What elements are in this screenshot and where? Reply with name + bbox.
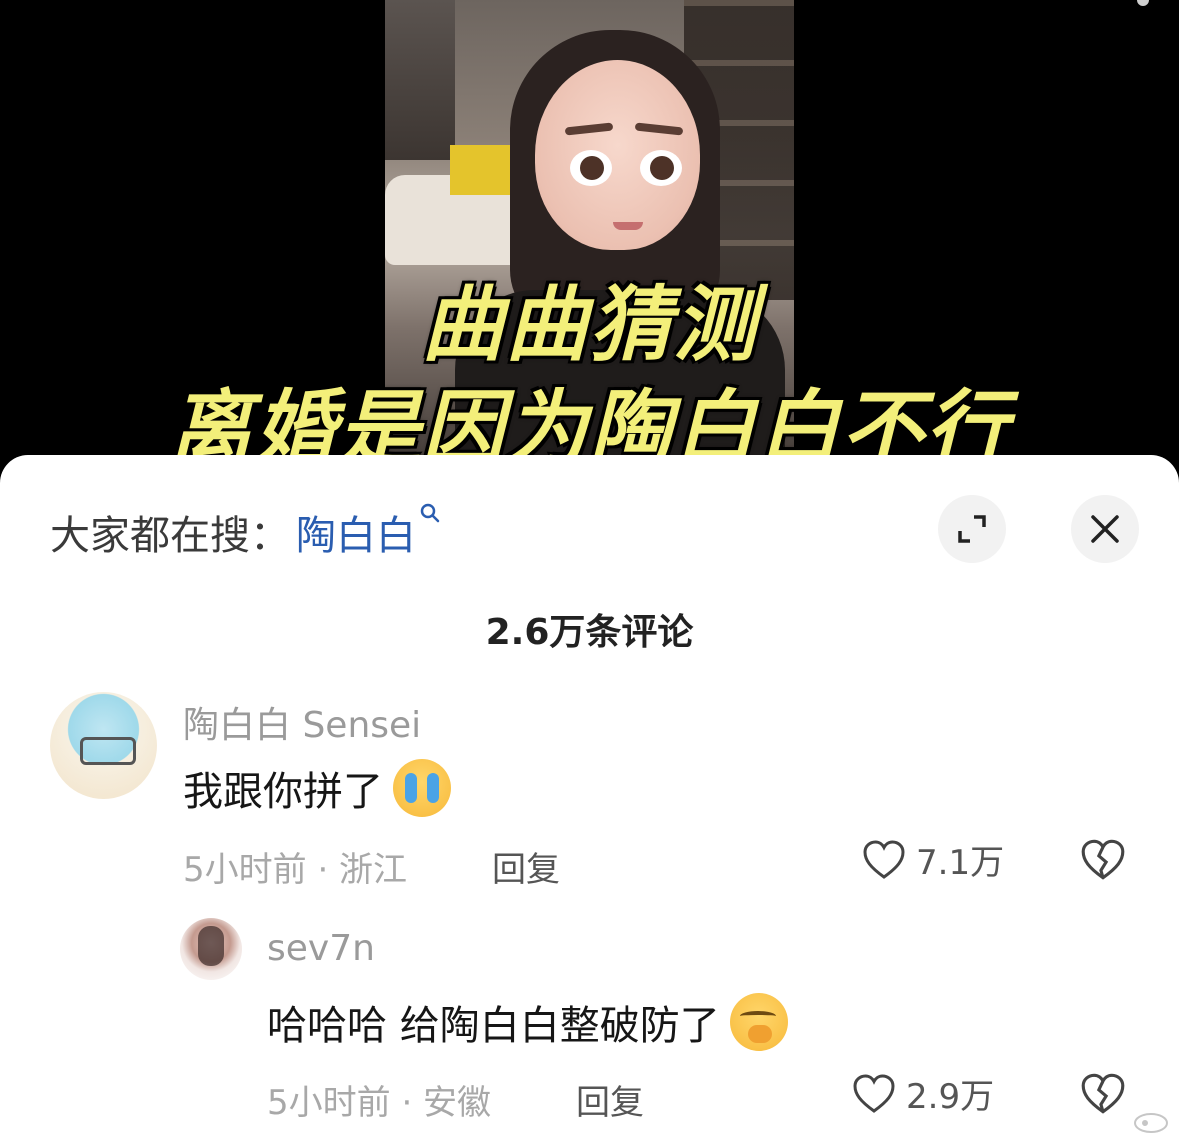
avatar-mouth [613,222,643,230]
comment-text: 哈哈哈 给陶白白整破防了 [267,993,788,1051]
crying-face-emoji [393,759,451,817]
trending-search[interactable]: 大家都在搜： 陶白白 [50,503,442,561]
like-count: 7.1万 [916,843,1005,883]
like-count: 2.9万 [906,1077,995,1117]
comment-body: 我跟你拼了 [183,769,383,815]
expand-button[interactable] [938,495,1006,563]
trending-search-term[interactable]: 陶白白 [296,503,416,561]
broken-heart-icon[interactable] [1078,835,1128,885]
more-dot-icon[interactable] [1137,0,1149,6]
expand-icon [958,515,986,543]
reply-button[interactable]: 回复 [576,1075,644,1124]
search-icon[interactable] [418,501,442,531]
video-caption-line1: 曲曲猜测 [421,278,758,373]
comment-sheet: 大家都在搜： 陶白白 2.6万条评论 陶白白 Sensei 我跟你拼了 5小时前… [0,455,1179,1143]
avatar[interactable] [50,692,157,799]
avatar-eye-left [570,150,612,186]
avatar[interactable] [180,918,242,980]
like-button[interactable]: 7.1万 [860,835,1004,884]
heart-icon [863,839,905,879]
giggle-face-emoji [729,993,788,1051]
comment-text: 我跟你拼了 [183,759,451,817]
avatar-eye-right [640,150,682,186]
broken-heart-icon[interactable] [1078,1069,1128,1119]
reply-button[interactable]: 回复 [492,842,560,891]
comment-time-location: 5小时前 · 安徽 [267,1083,492,1123]
watermark-logo-icon [1134,1113,1168,1133]
close-button[interactable] [1071,495,1139,563]
comment-count: 2.6万条评论 [485,612,694,653]
screen: 曲曲猜测 离婚是因为陶白白不行 大家都在搜： 陶白白 2.6万条评论 陶白白 S [0,0,1179,1143]
comment-username[interactable]: sev7n [267,928,375,969]
comment-time-location: 5小时前 · 浙江 [183,850,408,890]
heart-icon [853,1073,895,1113]
comment-body: 哈哈哈 给陶白白整破防了 [267,1003,720,1049]
close-icon [1091,515,1119,543]
comment-username[interactable]: 陶白白 Sensei [183,696,421,748]
video-background-window [385,0,455,160]
trending-search-prefix: 大家都在搜： [50,513,290,559]
like-button[interactable]: 2.9万 [850,1069,994,1118]
